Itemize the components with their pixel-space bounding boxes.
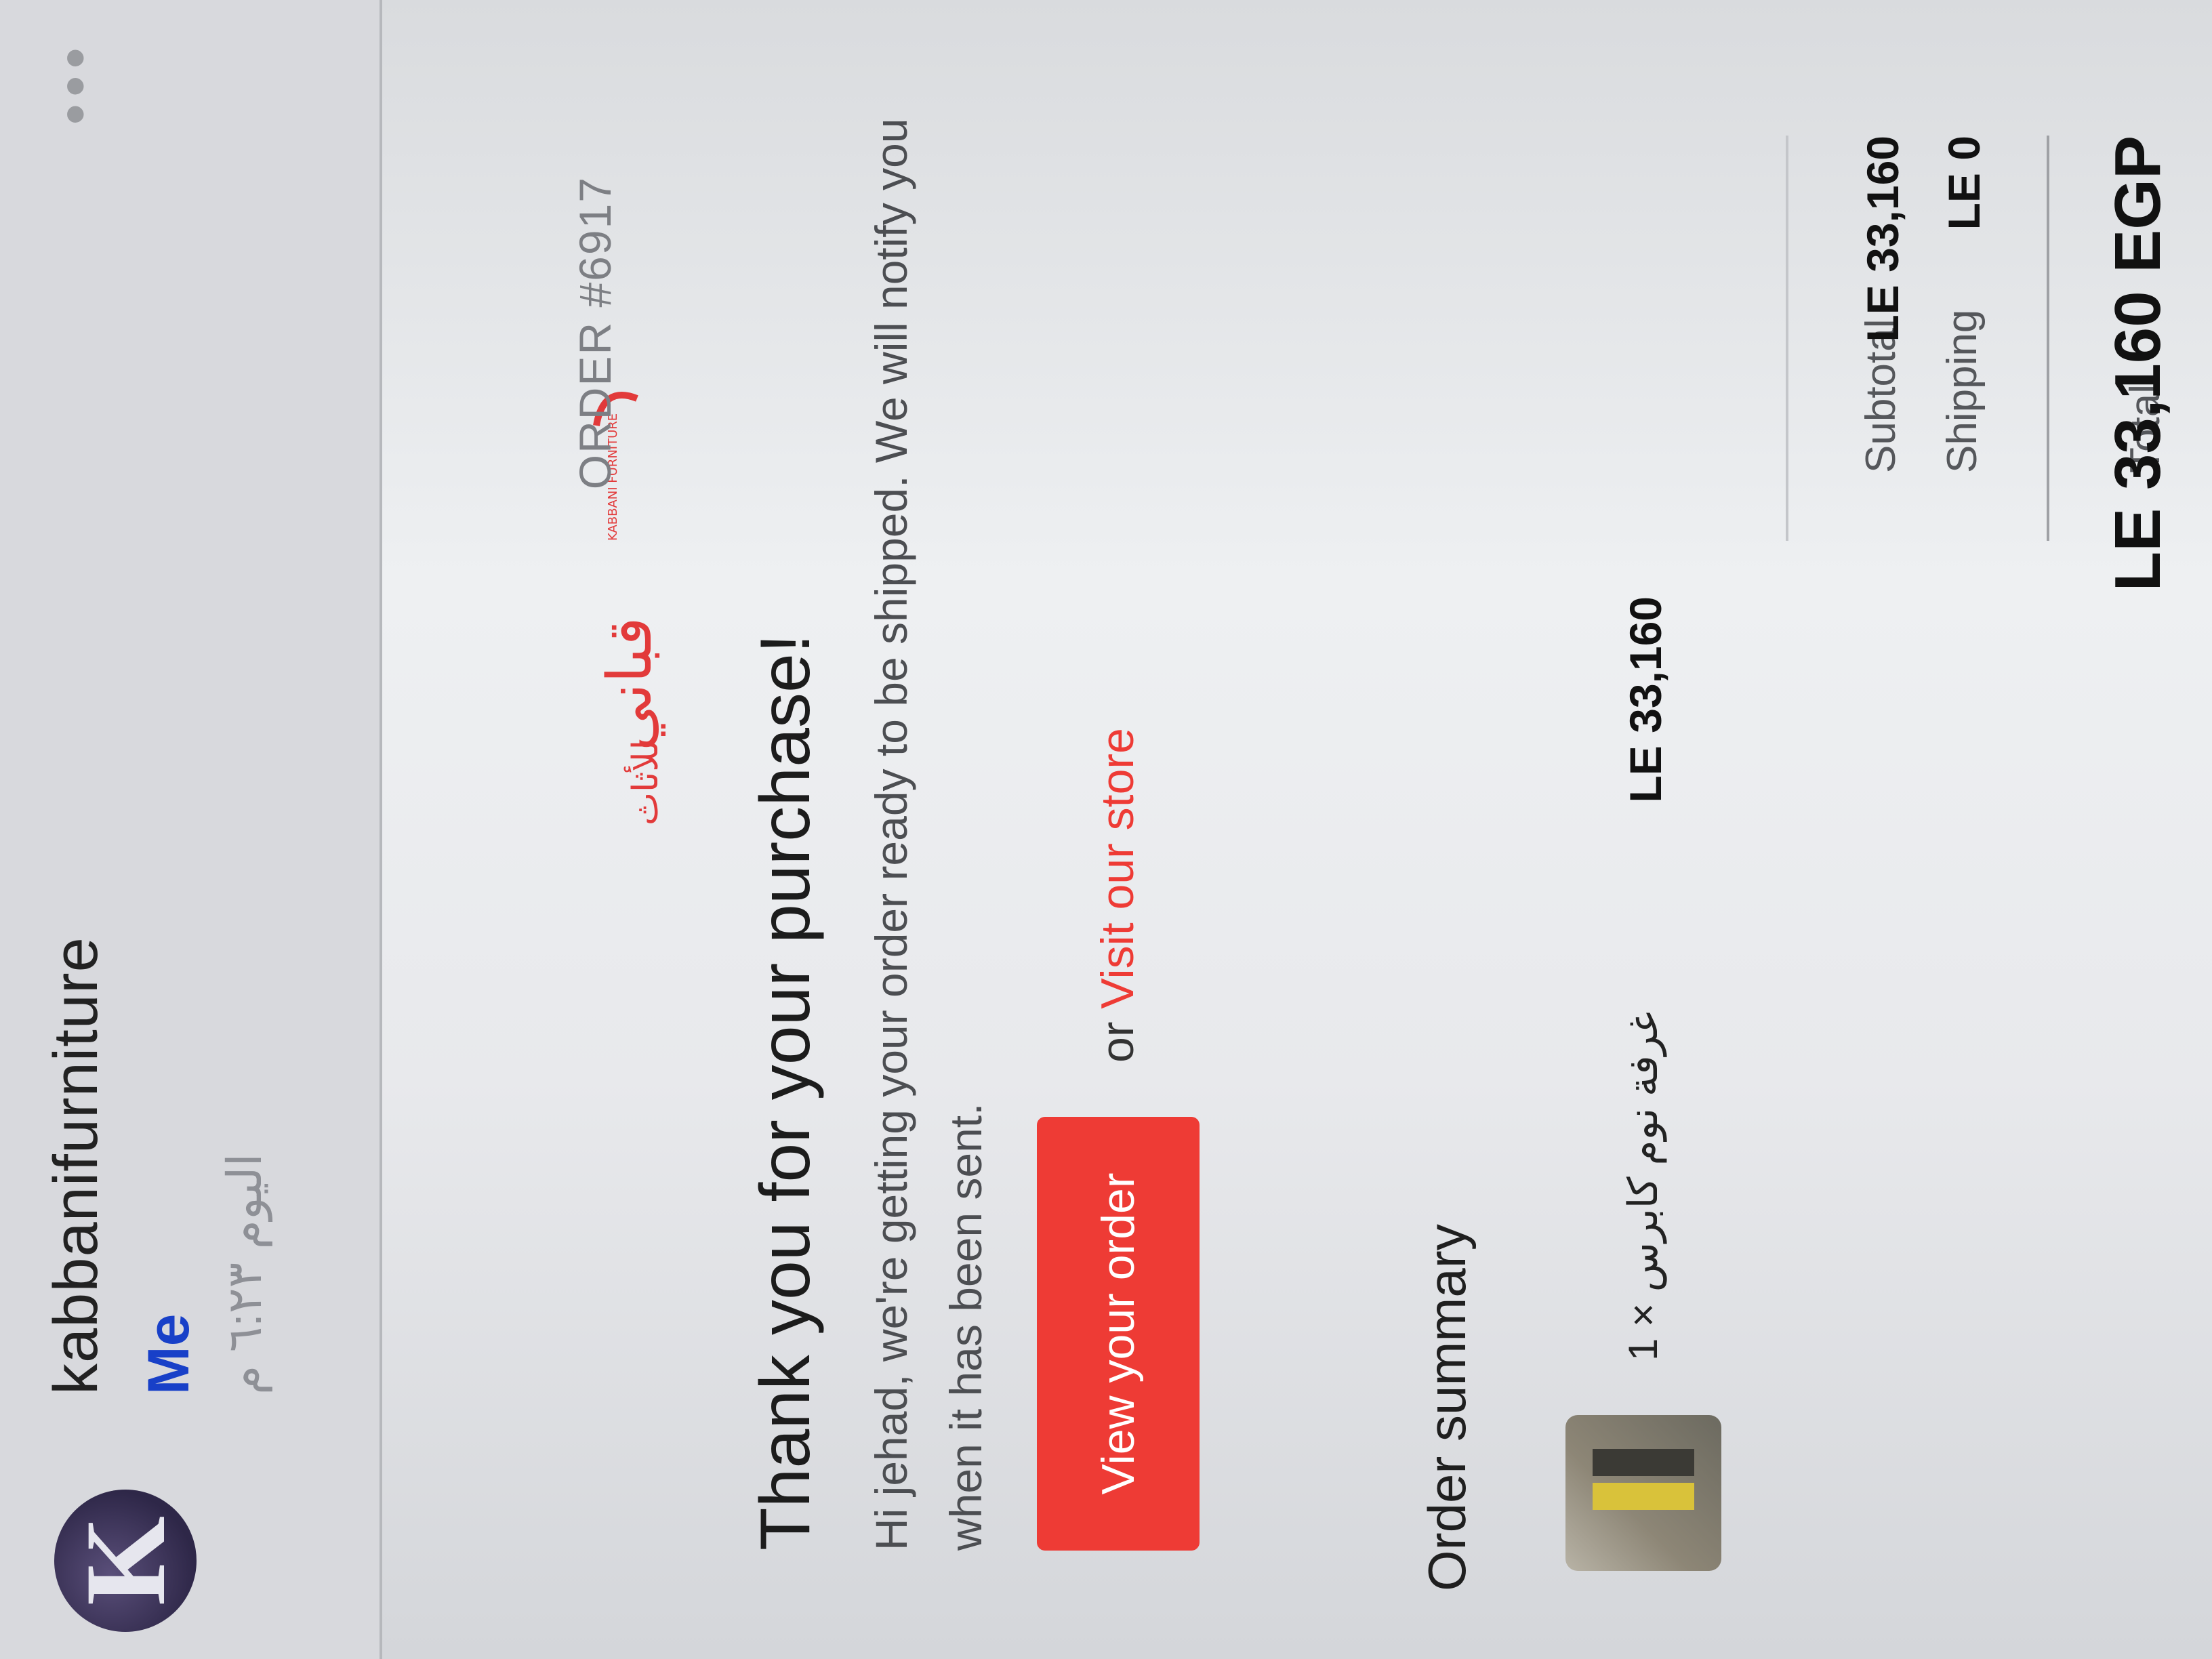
product-image <box>1565 1415 1721 1571</box>
avatar[interactable]: K <box>54 1490 197 1632</box>
visit-store-link[interactable]: Visit our store <box>1092 728 1143 1008</box>
message-header: K kabbanifurniture Me اليوم ٦:٢٣ م ••• <box>0 0 382 1659</box>
recipient-name[interactable]: Me <box>136 1314 203 1395</box>
item-price: LE 33,160 <box>1620 596 1671 803</box>
more-options-icon[interactable]: ••• <box>41 41 110 125</box>
brand-logo-ar: قباني <box>594 617 665 751</box>
total-value: LE 33,160 EGP <box>2102 136 2174 592</box>
store-link-row: or Visit our store <box>1091 728 1144 1063</box>
subtotal-value: LE 33,160 <box>1858 136 1908 342</box>
order-summary-title: Order summary <box>1417 1224 1477 1591</box>
item-name: غرفة نوم كابرس × 1 <box>1620 1011 1666 1361</box>
page-title: Thank you for your purchase! <box>746 634 825 1551</box>
shipping-label: Shipping <box>1939 309 1986 473</box>
divider <box>2047 136 2049 541</box>
email-view: K kabbanifurniture Me اليوم ٦:٢٣ م ••• ق… <box>0 0 2212 1659</box>
shipping-value: LE 0 <box>1939 136 1989 230</box>
order-number: ORDER #6917 <box>570 176 620 490</box>
message-text: Hi jehad, we're getting your order ready… <box>866 118 991 1551</box>
sender-name[interactable]: kabbanifurniture <box>41 937 112 1395</box>
divider <box>1786 136 1788 541</box>
brand-logo-sub: للأثاث <box>623 740 666 825</box>
view-order-button[interactable]: View your order <box>1037 1117 1200 1551</box>
or-text: or <box>1092 1021 1143 1063</box>
timestamp: اليوم ٦:٢٣ م <box>218 1153 271 1395</box>
subtotal-label: Subtotal <box>1858 319 1904 473</box>
